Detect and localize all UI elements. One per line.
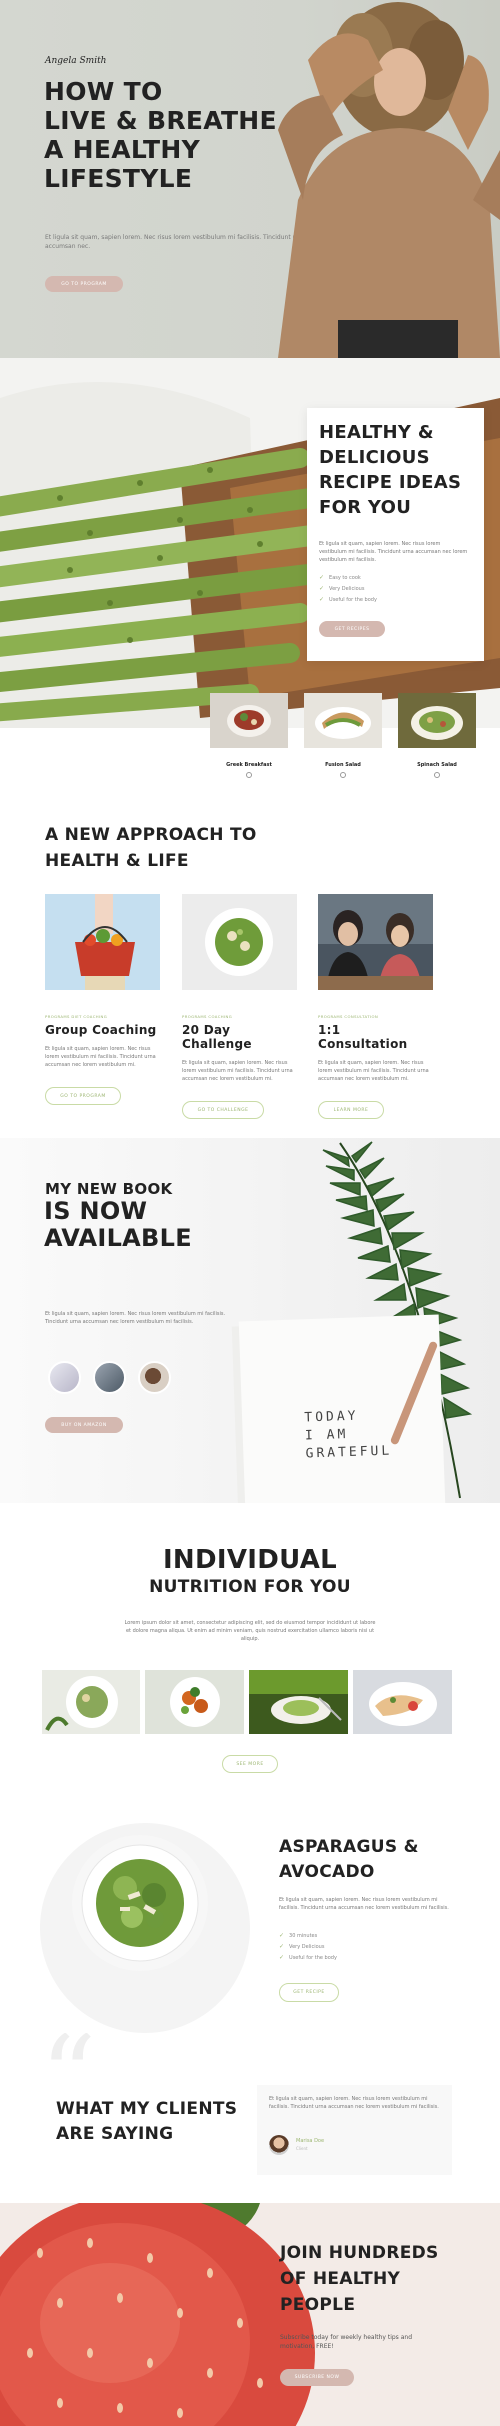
approach-section: A NEW APPROACH TO HEALTH & LIFE PROGRAMS… bbox=[0, 788, 500, 1138]
preview-circle[interactable] bbox=[93, 1361, 126, 1394]
recipes-text: Et ligula sit quam, sapien lorem. Nec ri… bbox=[319, 541, 468, 563]
thumb-label: Greek Breakfast bbox=[226, 762, 272, 768]
go-to-program-button[interactable]: GO TO PROGRAM bbox=[45, 276, 123, 292]
asparagus-title: ASPARAGUS & AVOCADO bbox=[279, 1837, 419, 1882]
clients-section: “ WHAT MY CLIENTS ARE SAYING Et ligula s… bbox=[0, 2033, 500, 2203]
card-text: Et ligula sit quam, sapien lorem. Nec ri… bbox=[45, 1046, 156, 1068]
recipes-section: HEALTHY & DELICIOUS RECIPE IDEAS FOR YOU… bbox=[0, 358, 500, 788]
card-title: 1:1 Consultation bbox=[318, 1023, 408, 1051]
program-card: PROGRAMS DIET COACHING Group Coaching Et… bbox=[45, 894, 160, 1105]
thumb-label: Fusion Salad bbox=[325, 762, 361, 768]
thumb-dot-icon bbox=[434, 772, 440, 778]
thumb-dot-icon bbox=[246, 772, 252, 778]
card-title: Group Coaching bbox=[45, 1023, 157, 1037]
nutrition-subtitle: NUTRITION FOR YOU bbox=[149, 1577, 351, 1597]
card-button[interactable]: GO TO PROGRAM bbox=[45, 1087, 121, 1105]
check-item: ✓ Very Delicious bbox=[279, 1943, 325, 1950]
check-item: ✓ Very Delicious bbox=[319, 585, 365, 592]
check-icon: ✓ bbox=[319, 585, 325, 592]
asparagus-section: ASPARAGUS & AVOCADO Et ligula sit quam, … bbox=[0, 1783, 500, 2033]
recipe-thumb[interactable]: Spinach Salad bbox=[398, 693, 476, 778]
nutrition-title: INDIVIDUAL bbox=[162, 1545, 338, 1575]
card-text: Et ligula sit quam, sapien lorem. Nec ri… bbox=[318, 1060, 429, 1082]
check-icon: ✓ bbox=[279, 1954, 285, 1961]
card-tags: PROGRAMS COACHING bbox=[182, 1014, 233, 1019]
testimonial-quote: Et ligula sit quam, sapien lorem. Nec ri… bbox=[269, 2096, 439, 2110]
book-cover-text: TODAY I AM GRATEFUL bbox=[304, 1408, 393, 1462]
subscribe-now-button[interactable]: SUBSCRIBE NOW bbox=[280, 2369, 354, 2386]
thumb-label: Spinach Salad bbox=[417, 762, 457, 768]
check-icon: ✓ bbox=[319, 596, 325, 603]
signature: Angela Smith bbox=[45, 56, 107, 66]
get-recipes-button[interactable]: GET RECIPES bbox=[319, 621, 385, 637]
approach-title: A NEW APPROACH TO HEALTH & LIFE bbox=[45, 825, 257, 871]
program-card: PROGRAMS COACHING 20 Day Challenge Et li… bbox=[182, 894, 297, 1119]
card-button[interactable]: LEARN MORE bbox=[318, 1101, 384, 1119]
clients-title: WHAT MY CLIENTS ARE SAYING bbox=[56, 2099, 238, 2144]
hero-section: Angela Smith HOW TO LIVE & BREATHE A HEA… bbox=[0, 0, 500, 358]
card-tags: PROGRAMS DIET COACHING bbox=[45, 1014, 108, 1019]
nutrition-text: Lorem ipsum dolor sit amet, consectetur … bbox=[124, 1620, 376, 1642]
card-button[interactable]: GO TO CHALLENGE bbox=[182, 1101, 264, 1119]
consultation-image bbox=[318, 894, 433, 990]
program-card: PROGRAMS CONSULTATION 1:1 Consultation E… bbox=[318, 894, 433, 1119]
gallery-image[interactable] bbox=[42, 1670, 140, 1734]
nutrition-gallery bbox=[42, 1670, 452, 1734]
check-icon: ✓ bbox=[279, 1932, 285, 1939]
see-more-button[interactable]: SEE MORE bbox=[222, 1755, 278, 1773]
recipe-card: HEALTHY & DELICIOUS RECIPE IDEAS FOR YOU… bbox=[307, 408, 484, 661]
check-item: ✓ Useful for the body bbox=[279, 1954, 337, 1961]
salad-bowl-image bbox=[72, 1835, 208, 1971]
check-item: ✓ Easy to cook bbox=[319, 574, 361, 581]
buy-on-amazon-button[interactable]: BUY ON AMAZON bbox=[45, 1417, 123, 1433]
salad-plate-image bbox=[182, 894, 297, 990]
greek-breakfast-image bbox=[210, 693, 288, 748]
client-role: Client bbox=[296, 2146, 308, 2151]
recipe-thumb[interactable]: Fusion Salad bbox=[304, 693, 382, 778]
gallery-image[interactable] bbox=[353, 1670, 452, 1734]
preview-circle[interactable] bbox=[138, 1361, 171, 1394]
check-item: ✓ 30 minutes bbox=[279, 1932, 318, 1939]
join-section: JOIN HUNDREDS OF HEALTHY PEOPLE Subscrib… bbox=[0, 2203, 500, 2426]
join-text: Subscribe today for weekly healthy tips … bbox=[280, 2334, 412, 2350]
gallery-image[interactable] bbox=[249, 1670, 348, 1734]
card-tags: PROGRAMS CONSULTATION bbox=[318, 1014, 379, 1019]
testimonial-card: Et ligula sit quam, sapien lorem. Nec ri… bbox=[257, 2085, 452, 2175]
book-text: Et ligula sit quam, sapien lorem. Nec ri… bbox=[45, 1311, 226, 1325]
book-section: MY NEW BOOK IS NOW AVAILABLE Et ligula s… bbox=[0, 1138, 500, 1503]
book-previews bbox=[48, 1361, 171, 1394]
join-title: JOIN HUNDREDS OF HEALTHY PEOPLE bbox=[280, 2243, 439, 2315]
recipe-thumb[interactable]: Greek Breakfast bbox=[210, 693, 288, 778]
hero-woman-image bbox=[278, 2, 500, 358]
fusion-salad-image bbox=[304, 693, 382, 748]
book-title: IS NOW AVAILABLE bbox=[44, 1197, 192, 1252]
thumb-dot-icon bbox=[340, 772, 346, 778]
nutrition-section: INDIVIDUAL NUTRITION FOR YOU Lorem ipsum… bbox=[0, 1503, 500, 1783]
book-subtitle: MY NEW BOOK bbox=[45, 1180, 173, 1198]
recipes-checklist: ✓ Easy to cook ✓ Very Delicious ✓ Useful fo… bbox=[319, 572, 377, 605]
gallery-image[interactable] bbox=[145, 1670, 244, 1734]
hero-title: HOW TO LIVE & BREATHE A HEALTHY LIFESTYL… bbox=[44, 77, 277, 193]
check-item: ✓ Useful for the body bbox=[319, 596, 377, 603]
recipes-title: HEALTHY & DELICIOUS RECIPE IDEAS FOR YOU bbox=[319, 422, 462, 518]
check-icon: ✓ bbox=[319, 574, 325, 581]
get-recipe-button[interactable]: GET RECIPE bbox=[279, 1983, 339, 2002]
card-title: 20 Day Challenge bbox=[182, 1023, 252, 1051]
spinach-salad-image bbox=[398, 693, 476, 748]
client-name: Marisa Doe bbox=[296, 2138, 325, 2144]
asparagus-text: Et ligula sit quam, sapien lorem. Nec ri… bbox=[279, 1897, 449, 1911]
basket-image bbox=[45, 894, 160, 990]
asparagus-checklist: ✓ 30 minutes ✓ Very Delicious ✓ Useful for … bbox=[279, 1930, 337, 1963]
preview-circle[interactable] bbox=[48, 1361, 81, 1394]
check-icon: ✓ bbox=[279, 1943, 285, 1950]
card-text: Et ligula sit quam, sapien lorem. Nec ri… bbox=[182, 1060, 293, 1082]
avatar bbox=[269, 2135, 289, 2155]
